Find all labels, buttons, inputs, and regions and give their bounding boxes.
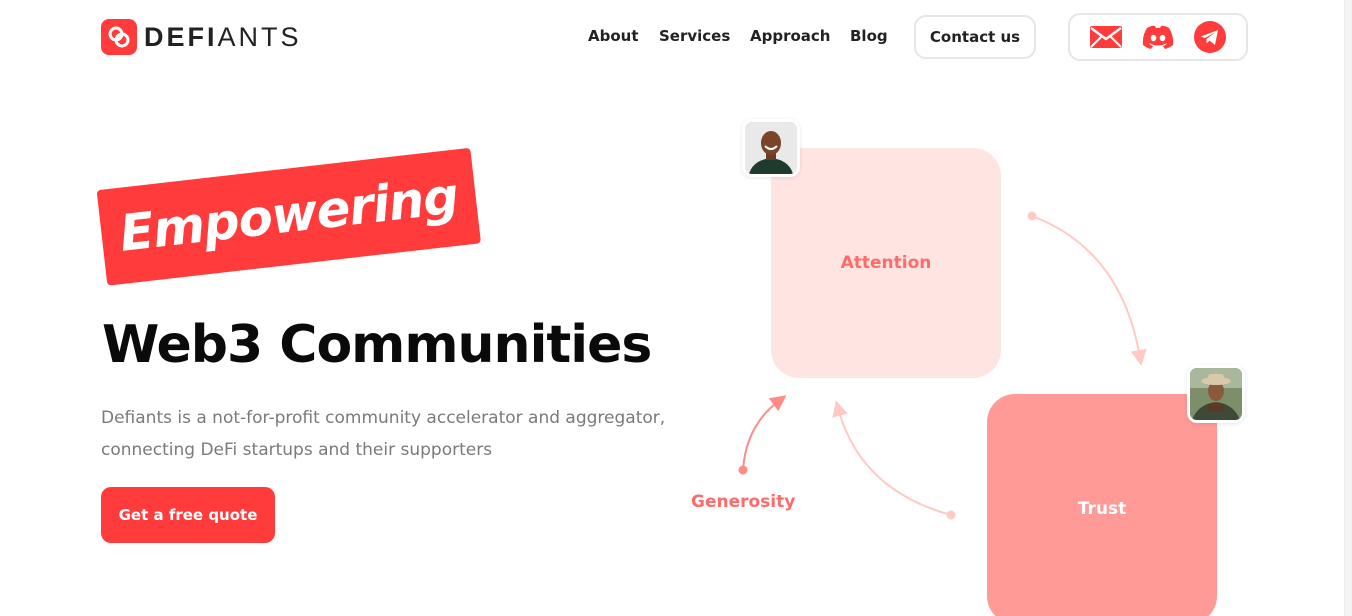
arrow-attention-to-trust bbox=[1031, 215, 1147, 366]
mail-icon[interactable] bbox=[1089, 20, 1123, 54]
trust-label: Trust bbox=[1077, 499, 1127, 519]
brand-logo[interactable]: DEFIANTS bbox=[101, 19, 302, 55]
hero-headline: Web3 Communities bbox=[102, 315, 652, 375]
trust-card: Trust bbox=[987, 394, 1217, 616]
brand-name-bold: DEFI bbox=[144, 21, 218, 52]
nav-approach[interactable]: Approach bbox=[750, 27, 830, 45]
arrow-dot-attention bbox=[1027, 211, 1037, 221]
arrow-dot-generosity bbox=[738, 465, 748, 475]
get-quote-button[interactable]: Get a free quote bbox=[101, 487, 275, 543]
brand-name: DEFIANTS bbox=[144, 22, 302, 53]
contact-us-button[interactable]: Contact us bbox=[914, 15, 1036, 59]
nav-services[interactable]: Services bbox=[659, 27, 730, 45]
social-links bbox=[1068, 13, 1248, 61]
page-scrollbar[interactable] bbox=[1344, 0, 1352, 616]
hero-description: Defiants is a not-for-profit community a… bbox=[101, 408, 666, 460]
discord-icon[interactable] bbox=[1141, 20, 1175, 54]
nav-about[interactable]: About bbox=[588, 27, 639, 45]
arrow-trust-to-attention bbox=[832, 400, 952, 516]
attention-label: Attention bbox=[840, 253, 932, 273]
telegram-icon[interactable] bbox=[1193, 20, 1227, 54]
nav-blog[interactable]: Blog bbox=[850, 27, 888, 45]
generosity-label: Generosity bbox=[691, 492, 796, 512]
arrow-dot-trust bbox=[946, 510, 956, 520]
attention-card: Attention bbox=[771, 148, 1001, 378]
avatar-woman bbox=[742, 119, 800, 177]
arrow-generosity-to-attention bbox=[742, 395, 787, 471]
logo-mark-icon bbox=[101, 19, 137, 55]
avatar-man bbox=[1187, 365, 1245, 423]
brand-name-light: ANTS bbox=[217, 21, 302, 52]
